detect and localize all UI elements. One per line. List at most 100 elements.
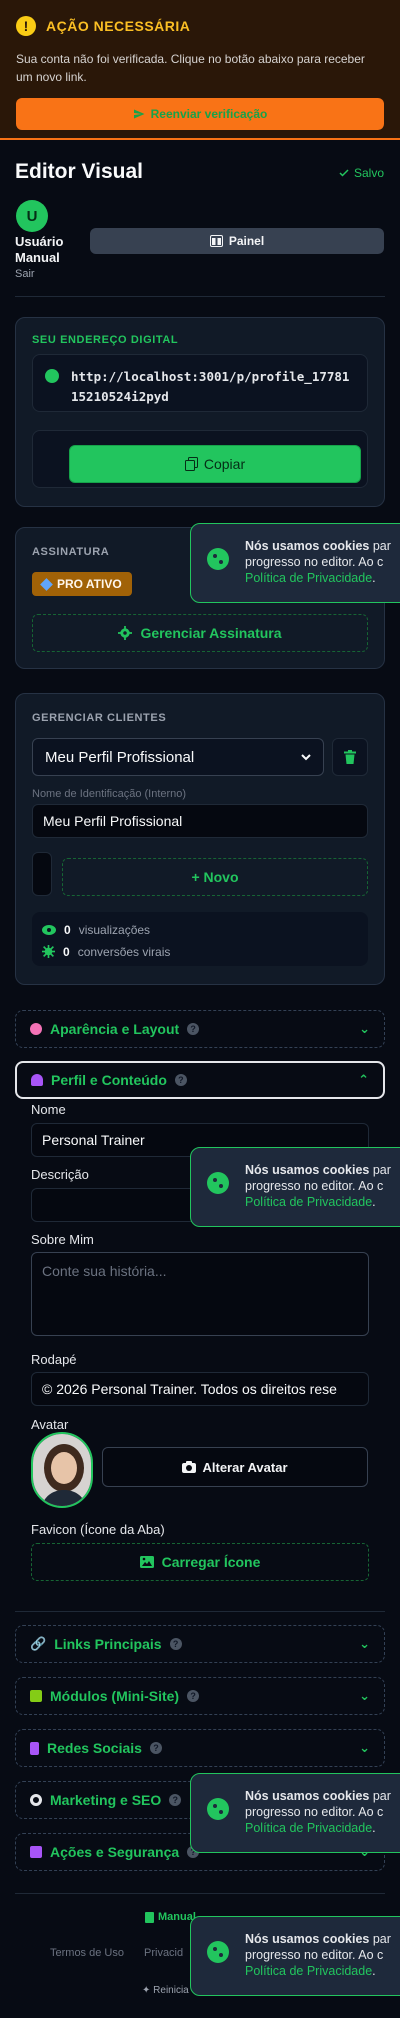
- section-appearance[interactable]: Aparência e Layout ? ⌄: [15, 1010, 385, 1048]
- diamond-icon: [40, 577, 53, 591]
- upload-icon-button[interactable]: Carregar Ícone: [31, 1543, 369, 1581]
- change-avatar-label: Alterar Avatar: [202, 1459, 288, 1475]
- logout-link[interactable]: Sair: [15, 268, 35, 280]
- chevron-up-icon: ⌃: [358, 1072, 369, 1087]
- help-icon[interactable]: ?: [169, 1794, 182, 1806]
- privacy-policy-link[interactable]: Política de Privacidade: [245, 1964, 372, 1978]
- chevron-down-icon: ⌄: [359, 1636, 370, 1651]
- terms-link[interactable]: Termos de Uso: [50, 1947, 124, 1959]
- client-select-value: Meu Perfil Profissional: [45, 748, 195, 766]
- restart-link[interactable]: ✦ Reinicia: [142, 1985, 189, 1996]
- pro-status-badge: PRO ATIVO: [32, 572, 132, 596]
- views-label: visualizações: [78, 922, 151, 937]
- globe-icon: [45, 369, 59, 383]
- help-icon[interactable]: ?: [187, 1023, 200, 1035]
- client-id-label: Nome de Identificação (Interno): [32, 788, 187, 800]
- avatar-image: [31, 1432, 93, 1508]
- footer-label: Rodapé: [31, 1352, 77, 1367]
- subscription-label: ASSINATURA: [32, 546, 110, 558]
- description-label: Descrição: [31, 1167, 89, 1182]
- image-icon: [139, 1556, 154, 1568]
- conversions-count: 0: [63, 944, 70, 959]
- address-card: SEU ENDEREÇO DIGITAL http://localhost:30…: [15, 317, 385, 507]
- eye-icon: [42, 924, 56, 935]
- phone-icon: [30, 1741, 39, 1755]
- client-stats: 0 visualizações 0 conversões virais: [32, 912, 368, 966]
- about-label: Sobre Mim: [31, 1232, 94, 1247]
- cookie-toast[interactable]: Nós usamos cookies par progresso no edit…: [190, 1147, 400, 1227]
- book-icon: [145, 1911, 154, 1923]
- clients-card: GERENCIAR CLIENTES Meu Perfil Profission…: [15, 693, 385, 985]
- section-actions-label: Ações e Segurança: [50, 1844, 180, 1860]
- link-icon: 🔗: [30, 1636, 47, 1651]
- resend-verification-button[interactable]: Reenviar verificação: [16, 98, 384, 130]
- section-social-label: Redes Sociais: [47, 1740, 142, 1756]
- section-social[interactable]: Redes Sociais ? ⌄: [15, 1729, 385, 1767]
- name-label: Nome: [31, 1102, 66, 1117]
- chevron-down-icon: [301, 754, 311, 761]
- user-avatar: U: [16, 200, 48, 232]
- puzzle-icon: [30, 1690, 42, 1702]
- color-swatch[interactable]: [32, 852, 52, 896]
- manage-subscription-label: Gerenciar Assinatura: [140, 625, 282, 641]
- cookie-icon: [207, 1798, 229, 1820]
- chevron-down-icon: ⌄: [359, 1740, 370, 1755]
- section-profile[interactable]: Perfil e Conteúdo ? ⌃: [15, 1061, 385, 1099]
- saved-label: Salvo: [353, 166, 384, 180]
- manual-link[interactable]: Manual: [145, 1911, 196, 1923]
- section-marketing-label: Marketing e SEO: [50, 1792, 162, 1808]
- section-modules[interactable]: Módulos (Mini-Site) ? ⌄: [15, 1677, 385, 1715]
- privacy-policy-link[interactable]: Política de Privacidade: [245, 571, 372, 585]
- cookie-toast[interactable]: Nós usamos cookies par progresso no edit…: [190, 1773, 400, 1853]
- chevron-down-icon: ⌄: [359, 1021, 370, 1036]
- favicon-label: Favicon (Ícone da Aba): [31, 1522, 165, 1537]
- help-icon[interactable]: ?: [149, 1742, 162, 1754]
- cookie-toast[interactable]: Nós usamos cookies par progresso no edit…: [190, 1916, 400, 1996]
- user-icon: [31, 1074, 43, 1086]
- alert-text: Sua conta não foi verificada. Clique no …: [16, 52, 365, 84]
- divider: [15, 1611, 385, 1612]
- copy-button[interactable]: Copiar: [69, 445, 361, 483]
- verification-alert: ! AÇÃO NECESSÁRIA Sua conta não foi veri…: [0, 0, 400, 140]
- delete-client-button[interactable]: [332, 738, 368, 776]
- send-icon: [133, 109, 145, 119]
- save-icon: [30, 1846, 42, 1858]
- upload-icon-label: Carregar Ícone: [161, 1554, 261, 1570]
- gear-icon: [118, 626, 133, 640]
- privacy-link[interactable]: Privacid: [144, 1947, 183, 1959]
- resend-verification-label: Reenviar verificação: [150, 107, 268, 121]
- chevron-down-icon: ⌄: [359, 1688, 370, 1703]
- avatar-label: Avatar: [31, 1417, 69, 1432]
- client-select[interactable]: Meu Perfil Profissional: [32, 738, 324, 776]
- about-textarea[interactable]: Conte sua história...: [31, 1252, 369, 1336]
- section-modules-label: Módulos (Mini-Site): [50, 1688, 180, 1704]
- divider: [15, 296, 385, 297]
- conversions-label: conversões virais: [77, 944, 171, 959]
- change-avatar-button[interactable]: Alterar Avatar: [102, 1447, 368, 1487]
- help-icon[interactable]: ?: [187, 1690, 200, 1702]
- views-count: 0: [64, 922, 71, 937]
- cookie-toast[interactable]: Nós usamos cookies par progresso no edit…: [190, 523, 400, 603]
- privacy-policy-link[interactable]: Política de Privacidade: [245, 1821, 372, 1835]
- help-icon[interactable]: ?: [174, 1074, 187, 1086]
- saved-status: Salvo: [338, 166, 384, 180]
- profile-url: http://localhost:3001/p/profile_17781152…: [32, 354, 368, 412]
- copy-container: Copiar: [32, 430, 368, 488]
- section-appearance-label: Aparência e Layout: [50, 1021, 180, 1037]
- wand-icon: ✦: [142, 1985, 151, 1996]
- privacy-policy-link[interactable]: Política de Privacidade: [245, 1195, 372, 1209]
- panel-label: Painel: [228, 234, 265, 248]
- columns-icon: [209, 235, 223, 247]
- section-links[interactable]: 🔗 Links Principais ? ⌄: [15, 1625, 385, 1663]
- copy-icon: [184, 457, 198, 471]
- user-name: Usuário Manual: [15, 234, 64, 265]
- client-id-input[interactable]: Meu Perfil Profissional: [32, 804, 368, 838]
- new-client-button[interactable]: + Novo: [62, 858, 368, 896]
- alert-title: AÇÃO NECESSÁRIA: [46, 18, 191, 34]
- manage-subscription-button[interactable]: Gerenciar Assinatura: [32, 614, 368, 652]
- section-links-label: Links Principais: [54, 1636, 162, 1652]
- gear-icon: [30, 1794, 42, 1806]
- help-icon[interactable]: ?: [169, 1638, 182, 1650]
- panel-button[interactable]: Painel: [90, 228, 384, 254]
- footer-input[interactable]: © 2026 Personal Trainer. Todos os direit…: [31, 1372, 369, 1406]
